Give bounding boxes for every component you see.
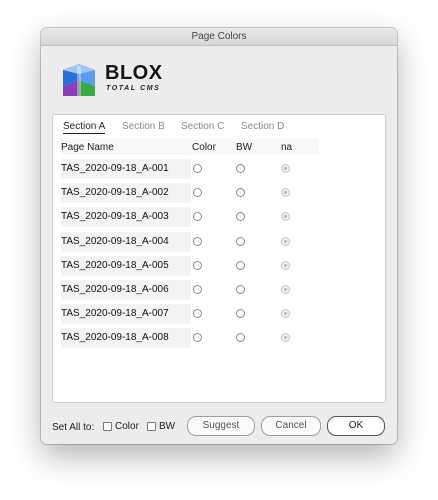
radio-bw[interactable]: [236, 333, 245, 343]
table-row: TAS_2020-09-18_A-008: [53, 328, 385, 352]
table-row: TAS_2020-09-18_A-006: [53, 280, 385, 304]
radio-bw[interactable]: [236, 212, 245, 222]
table-row: TAS_2020-09-18_A-005: [53, 255, 385, 280]
page-name-text: TAS_2020-09-18_A-003: [61, 211, 169, 223]
radio-bw[interactable]: [236, 236, 245, 246]
page-name-cell: TAS_2020-09-18_A-001: [61, 159, 191, 179]
tab-section-c[interactable]: Section C: [181, 121, 224, 132]
page-name-cell: TAS_2020-09-18_A-004: [61, 231, 191, 252]
radio-na[interactable]: [281, 285, 290, 294]
page-name-text: TAS_2020-09-18_A-008: [61, 332, 169, 344]
page-name-text: TAS_2020-09-18_A-005: [61, 259, 169, 271]
set-all-bw-checkbox[interactable]: [147, 422, 156, 431]
radio-color[interactable]: [193, 212, 202, 222]
blox-cube-icon: [63, 64, 95, 96]
radio-color[interactable]: [193, 164, 202, 173]
radio-na[interactable]: [281, 164, 290, 173]
col-header-color: Color: [192, 142, 216, 153]
col-header-na: na: [281, 142, 293, 153]
col-header-bw: BW: [236, 142, 253, 153]
page-name-cell: TAS_2020-09-18_A-007: [61, 304, 191, 325]
suggest-button[interactable]: Suggest: [187, 416, 255, 436]
radio-na[interactable]: [281, 260, 290, 270]
page-list-panel: Section A Section B Section C Section D …: [52, 114, 386, 403]
table-row: TAS_2020-09-18_A-002: [53, 183, 385, 207]
page-name-text: TAS_2020-09-18_A-007: [61, 308, 169, 320]
radio-bw[interactable]: [236, 164, 245, 173]
dialog-footer: Set All to: Color BW Suggest Cancel OK: [41, 416, 397, 440]
logo-subtitle: TOTAL CMS: [106, 85, 161, 92]
dialog-title: Page Colors: [41, 28, 397, 46]
radio-bw[interactable]: [236, 309, 245, 319]
page-colors-dialog: Page Colors BLOX TOTAL CMS Section A Sec…: [41, 28, 397, 444]
radio-color[interactable]: [193, 285, 202, 294]
radio-na[interactable]: [281, 212, 290, 222]
radio-bw[interactable]: [236, 188, 245, 198]
table-row: TAS_2020-09-18_A-004: [53, 231, 385, 256]
table-row: TAS_2020-09-18_A-003: [53, 207, 385, 231]
page-name-cell: TAS_2020-09-18_A-003: [61, 207, 191, 228]
col-header-page-name: Page Name: [61, 142, 114, 153]
set-all-color-label: Color: [115, 421, 139, 432]
set-all-label: Set All to:: [52, 422, 95, 433]
table-row: TAS_2020-09-18_A-007: [53, 304, 385, 328]
page-name-cell: TAS_2020-09-18_A-005: [61, 255, 191, 276]
page-name-text: TAS_2020-09-18_A-006: [61, 284, 169, 295]
radio-color[interactable]: [193, 309, 202, 319]
radio-na[interactable]: [281, 333, 290, 343]
page-name-cell: TAS_2020-09-18_A-002: [61, 183, 191, 204]
page-name-cell: TAS_2020-09-18_A-006: [61, 280, 191, 300]
page-name-text: TAS_2020-09-18_A-001: [61, 163, 169, 174]
page-name-text: TAS_2020-09-18_A-004: [61, 235, 169, 247]
radio-bw[interactable]: [236, 260, 245, 270]
radio-na[interactable]: [281, 188, 290, 198]
radio-bw[interactable]: [236, 285, 245, 294]
set-all-color-checkbox[interactable]: [103, 422, 112, 431]
logo-wordmark: BLOX: [105, 62, 163, 84]
page-name-cell: TAS_2020-09-18_A-008: [61, 328, 191, 349]
radio-color[interactable]: [193, 188, 202, 198]
table-row: TAS_2020-09-18_A-001: [53, 159, 385, 183]
page-name-text: TAS_2020-09-18_A-002: [61, 187, 169, 199]
set-all-bw-label: BW: [159, 421, 176, 432]
radio-color[interactable]: [193, 236, 202, 246]
radio-na[interactable]: [281, 309, 290, 319]
tab-section-a[interactable]: Section A: [63, 121, 106, 134]
radio-color[interactable]: [193, 260, 202, 270]
radio-color[interactable]: [193, 333, 202, 343]
tab-section-d[interactable]: Section D: [241, 121, 284, 132]
radio-na[interactable]: [281, 236, 290, 246]
blox-logo: BLOX TOTAL CMS: [59, 58, 169, 100]
cancel-button[interactable]: Cancel: [261, 416, 321, 436]
ok-button[interactable]: OK: [327, 416, 385, 436]
tab-section-b[interactable]: Section B: [122, 121, 165, 132]
